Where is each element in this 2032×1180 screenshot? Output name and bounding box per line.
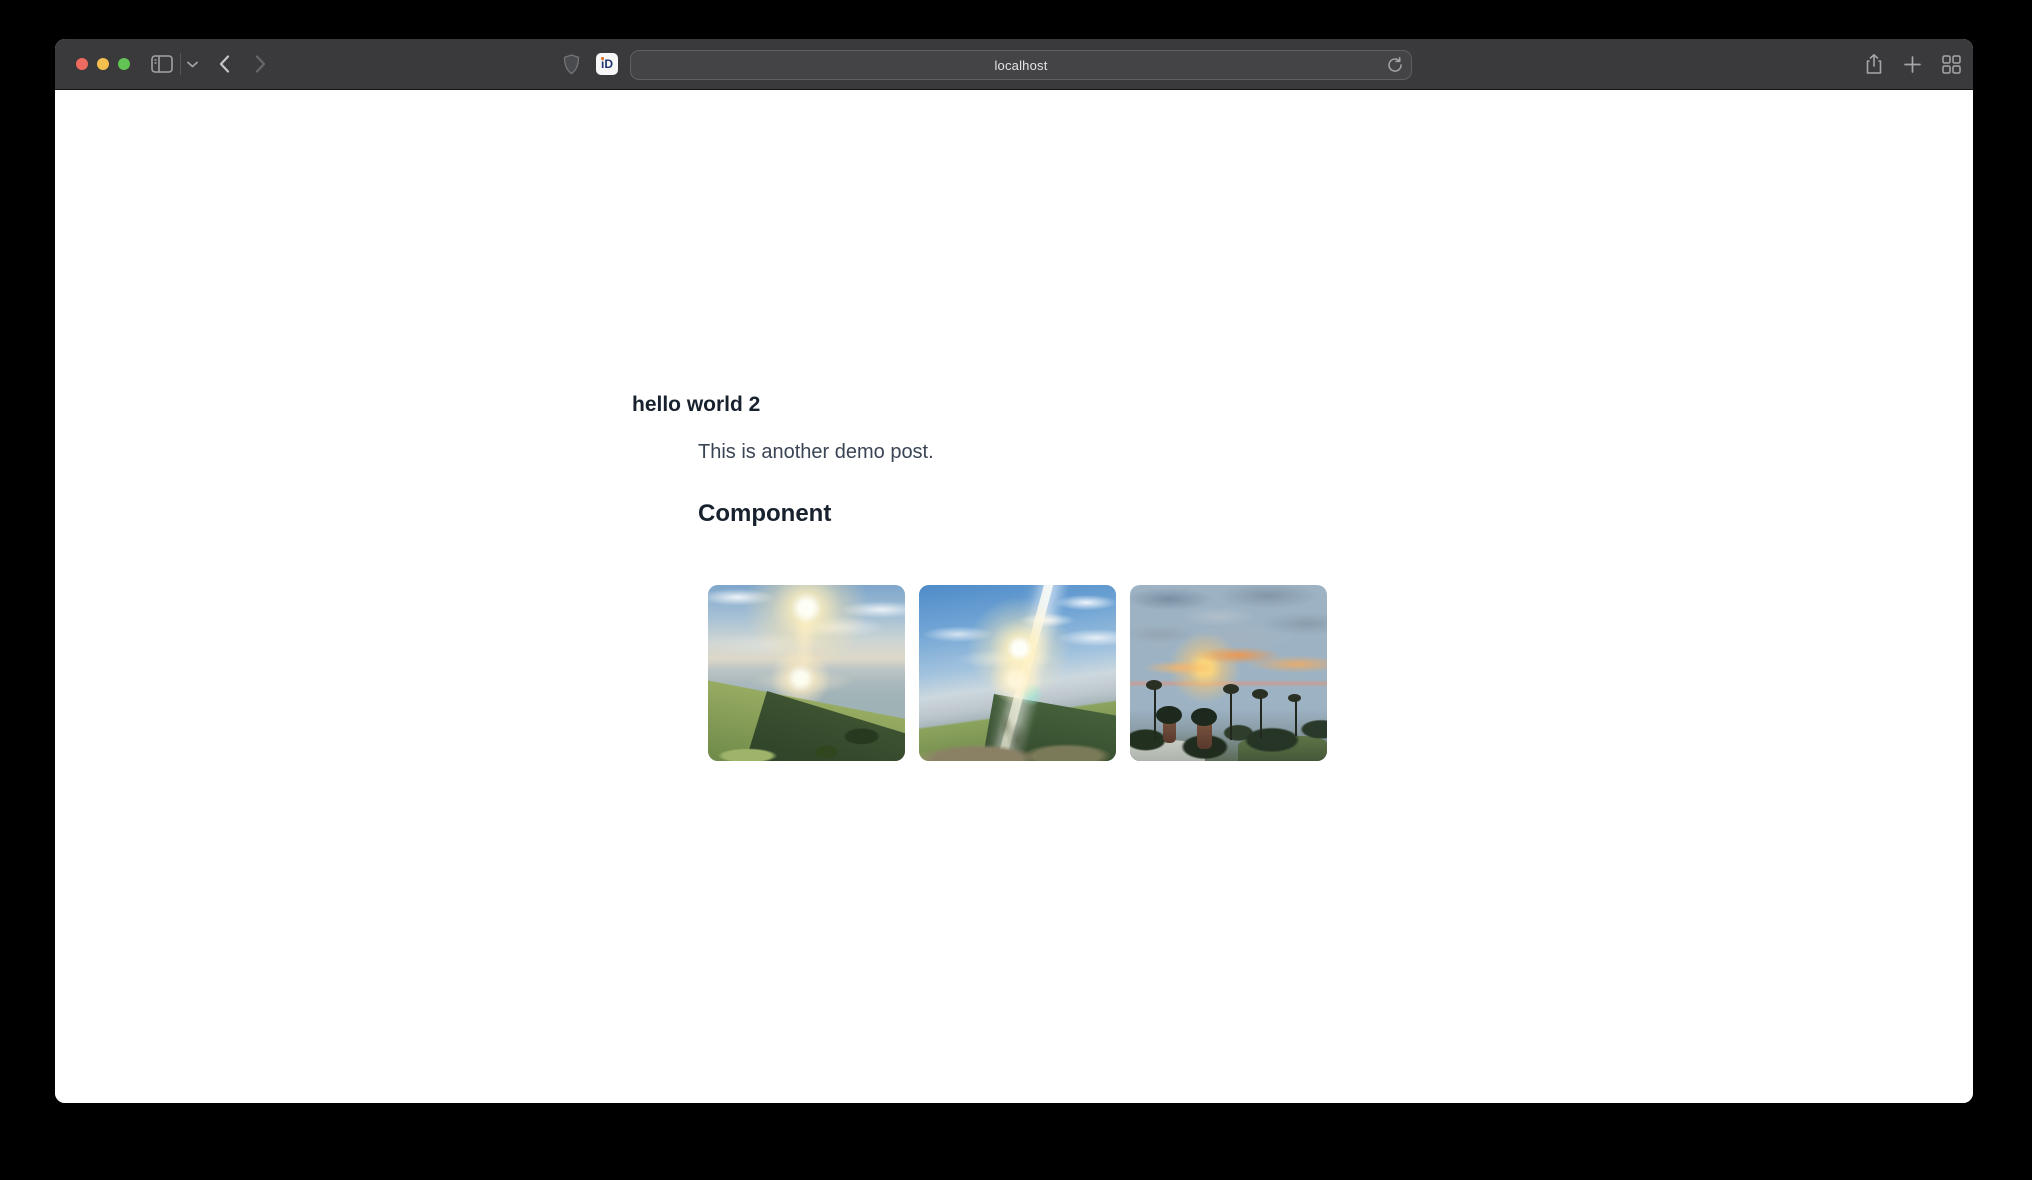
address-bar-url: localhost bbox=[994, 58, 1047, 73]
browser-window: iD localhost bbox=[55, 39, 1973, 1103]
photo-lens-flare-field bbox=[919, 585, 1116, 761]
share-icon bbox=[1865, 53, 1883, 75]
photo-layer bbox=[1252, 689, 1268, 699]
post-title: hello world 2 bbox=[632, 393, 760, 417]
minimize-window-button[interactable] bbox=[97, 58, 109, 70]
photo-layer bbox=[1295, 701, 1297, 736]
sidebar-toggle-icon bbox=[151, 55, 173, 73]
photo-layer bbox=[1223, 684, 1239, 694]
privacy-shield-icon bbox=[563, 54, 580, 75]
sidebar-toggle-button[interactable] bbox=[150, 54, 174, 74]
reload-icon bbox=[1385, 55, 1405, 75]
sidebar-menu-button[interactable] bbox=[185, 59, 199, 69]
toolbar-separator bbox=[180, 53, 181, 75]
photo-sunrise-hillside bbox=[708, 585, 905, 761]
chevron-down-icon bbox=[187, 61, 198, 68]
forward-button[interactable] bbox=[251, 53, 269, 75]
post-paragraph: This is another demo post. bbox=[698, 441, 934, 464]
extension-button[interactable]: iD bbox=[596, 53, 618, 75]
new-tab-button[interactable] bbox=[1899, 52, 1925, 76]
forward-icon bbox=[255, 55, 266, 73]
close-window-button[interactable] bbox=[76, 58, 88, 70]
photo-layer bbox=[919, 585, 1116, 761]
share-button[interactable] bbox=[1861, 51, 1887, 77]
new-tab-icon bbox=[1904, 56, 1921, 73]
photo-layer bbox=[1146, 680, 1162, 690]
photo-sunset-garden bbox=[1130, 585, 1327, 761]
browser-toolbar: iD localhost bbox=[55, 39, 1973, 90]
photo-layer bbox=[1156, 706, 1182, 724]
zoom-window-button[interactable] bbox=[118, 58, 130, 70]
privacy-report-button[interactable] bbox=[559, 52, 583, 76]
photo-layer bbox=[1288, 694, 1301, 702]
photo-layer bbox=[1260, 696, 1262, 738]
tab-overview-button[interactable] bbox=[1937, 52, 1965, 76]
back-icon bbox=[219, 55, 230, 73]
photo-layer bbox=[1191, 708, 1217, 726]
extension-icon-dot bbox=[601, 57, 604, 60]
photo-layer bbox=[708, 585, 905, 761]
reload-button[interactable] bbox=[1385, 55, 1405, 75]
window-controls bbox=[76, 58, 130, 70]
section-heading: Component bbox=[698, 500, 831, 528]
photo-gallery bbox=[708, 585, 1327, 761]
tab-overview-icon bbox=[1942, 55, 1961, 74]
address-bar[interactable]: localhost bbox=[630, 50, 1412, 80]
photo-layer bbox=[1230, 691, 1232, 740]
page-content: hello world 2 This is another demo post.… bbox=[55, 90, 1973, 1103]
back-button[interactable] bbox=[215, 53, 233, 75]
